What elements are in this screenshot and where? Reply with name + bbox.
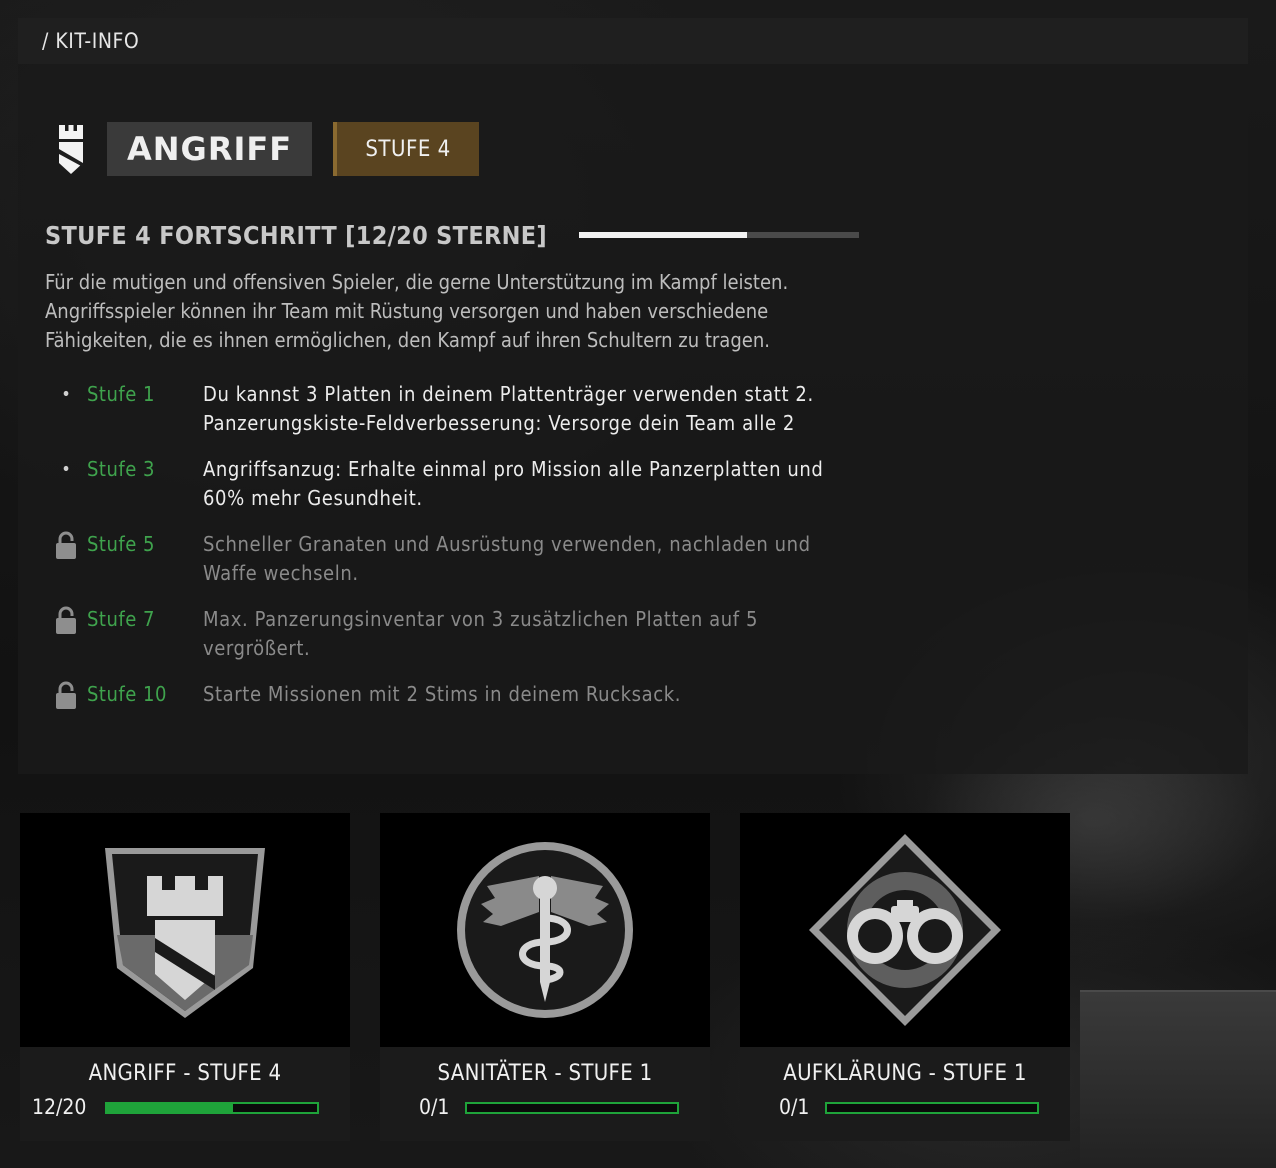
card-footer: SANITÄTER - STUFE 1 0/1 [380,1047,710,1141]
background-crate [1080,990,1276,1168]
perk-description-line: Du kannst 3 Platten in deinem Plattenträ… [203,382,814,406]
rook-shield-icon [54,122,88,176]
perk-description-line: Angriffsanzug: Erhalte einmal pro Missio… [203,457,824,481]
card-progress-fill [107,1104,233,1112]
lock-icon [45,605,87,634]
perk-description-line: Schneller Granaten und Ausrüstung verwen… [203,532,811,556]
caduceus-emblem-icon [457,842,633,1018]
card-count: 0/1 [779,1095,810,1119]
card-progress-bar [105,1102,319,1114]
kit-progress-fill [578,232,747,238]
card-count: 0/1 [419,1095,450,1119]
rook-shield-emblem-icon [105,848,265,1018]
bullet-icon: • [61,459,71,480]
perk-description-line: vergrößert. [203,636,311,660]
perk-level: Stufe 1 [87,382,155,406]
perk-item: • Stufe 1 Du kannst 3 Platten in deinem … [45,380,925,438]
kit-description: Für die mutigen und offensiven Spieler, … [45,268,865,355]
perk-level: Stufe 5 [87,532,155,556]
card-progress-bar [465,1102,679,1114]
perk-description: Starte Missionen mit 2 Stims in deinem R… [203,680,925,709]
card-footer: AUFKLÄRUNG - STUFE 1 0/1 [740,1047,1070,1141]
kit-description-line: Fähigkeiten, die es ihnen ermöglichen, d… [45,328,770,352]
perk-description-line: Waffe wechseln. [203,561,359,585]
kit-card-sanitaeter[interactable]: SANITÄTER - STUFE 1 0/1 [380,813,710,1141]
perk-item: • Stufe 3 Angriffsanzug: Erhalte einmal … [45,455,925,513]
card-title: SANITÄTER - STUFE 1 [437,1061,653,1086]
card-emblem [20,813,350,1047]
perk-list: • Stufe 1 Du kannst 3 Platten in deinem … [45,380,925,726]
perk-description: Angriffsanzug: Erhalte einmal pro Missio… [203,455,925,513]
perk-description-line: Panzerungskiste-Feldverbesserung: Versor… [203,411,795,435]
kit-level-badge: STUFE 4 [333,122,480,176]
card-title: AUFKLÄRUNG - STUFE 1 [783,1061,1027,1086]
bullet-icon: • [61,384,71,405]
breadcrumb-text: / KIT-INFO [42,29,140,53]
perk-level: Stufe 3 [87,457,155,481]
perk-description-line: Max. Panzerungsinventar von 3 zusätzlich… [203,607,759,631]
perk-level: Stufe 10 [87,682,167,706]
card-title: ANGRIFF - STUFE 4 [88,1061,282,1086]
perk-item: Stufe 10 Starte Missionen mit 2 Stims in… [45,680,925,709]
perk-description-line: 60% mehr Gesundheit. [203,486,423,510]
breadcrumb: / KIT-INFO [18,18,1248,64]
kit-progress: STUFE 4 FORTSCHRITT [12/20 STERNE] [45,218,859,252]
card-progress-bar [825,1102,1039,1114]
kit-description-line: Angriffsspieler können ihr Team mit Rüst… [45,299,769,323]
perk-description: Max. Panzerungsinventar von 3 zusätzlich… [203,605,925,663]
perk-item: Stufe 5 Schneller Granaten und Ausrüstun… [45,530,925,588]
perk-item: Stufe 7 Max. Panzerungsinventar von 3 zu… [45,605,925,663]
kit-card-angriff[interactable]: ANGRIFF - STUFE 4 12/20 [20,813,350,1141]
perk-description-line: Starte Missionen mit 2 Stims in deinem R… [203,682,682,706]
kit-progress-bar [578,232,859,238]
kit-description-line: Für die mutigen und offensiven Spieler, … [45,270,789,294]
kit-progress-label: STUFE 4 FORTSCHRITT [12/20 STERNE] [45,220,547,250]
card-emblem [380,813,710,1047]
perk-level: Stufe 7 [87,607,155,631]
lock-icon [45,530,87,559]
card-emblem [740,813,1070,1047]
lock-icon [45,680,87,709]
binoculars-emblem-icon [809,834,1001,1026]
perk-description: Schneller Granaten und Ausrüstung verwen… [203,530,925,588]
card-count: 12/20 [32,1095,87,1119]
perk-description: Du kannst 3 Platten in deinem Plattenträ… [203,380,925,438]
kit-title-row: ANGRIFF STUFE 4 [54,122,480,176]
kit-card-aufklaerung[interactable]: AUFKLÄRUNG - STUFE 1 0/1 [740,813,1070,1141]
kit-name: ANGRIFF [107,122,313,176]
card-footer: ANGRIFF - STUFE 4 12/20 [20,1047,350,1141]
